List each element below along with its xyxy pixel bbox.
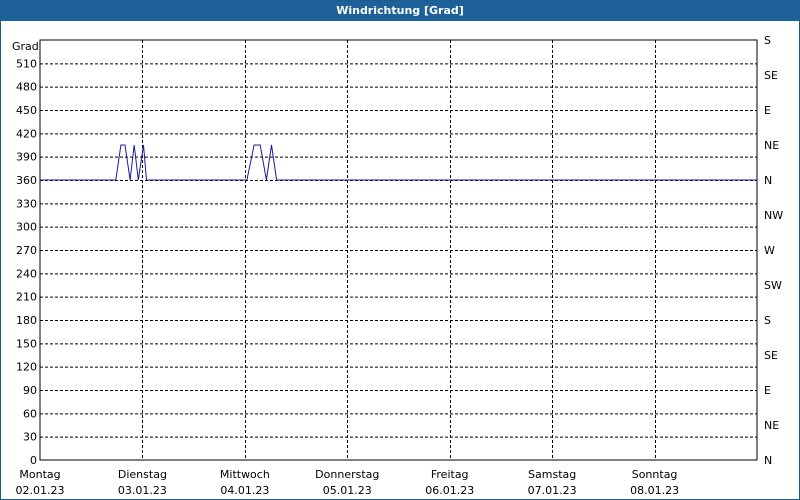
right-tick-label: S [764, 34, 771, 47]
right-axis-ticks: N NE E SE S SW W NW N NE E SE S [764, 34, 783, 467]
y-axis-ticks: 0 30 60 90 120 150 180 210 240 270 300 330 360 390 420… [16, 57, 37, 467]
y-tick-label: 180 [16, 314, 37, 327]
right-tick-label: SE [764, 69, 778, 82]
y-tick-label: 420 [16, 127, 37, 140]
y-tick-label: 330 [16, 197, 37, 210]
y-tick-label: 90 [23, 384, 37, 397]
y-tick-label: 360 [16, 174, 37, 187]
series-line [40, 144, 757, 181]
right-tick-label: NE [764, 419, 779, 432]
right-tick-label: SE [764, 349, 778, 362]
chart-series [40, 144, 757, 181]
right-tick-label: N [764, 454, 772, 467]
y-tick-label: 210 [16, 291, 37, 304]
right-tick-label: S [764, 314, 771, 327]
right-tick-label: E [764, 104, 771, 117]
x-tick-day: Freitag [431, 468, 469, 481]
y-tick-label: 510 [16, 57, 37, 70]
right-tick-label: W [764, 244, 775, 257]
x-tick-date: 02.01.23 [16, 484, 65, 497]
x-tick-day: Sonntag [632, 468, 678, 481]
x-tick-date: 05.01.23 [323, 484, 372, 497]
y-tick-label: 60 [23, 407, 37, 420]
x-tick-day: Donnerstag [315, 468, 379, 481]
y-tick-label: 120 [16, 361, 37, 374]
x-tick-day: Mittwoch [220, 468, 270, 481]
chart-grid [39, 39, 758, 461]
y-tick-label: 450 [16, 104, 37, 117]
right-tick-label: SW [764, 279, 782, 292]
y-tick-label: 30 [23, 431, 37, 444]
y-tick-label: 0 [30, 454, 37, 467]
y-tick-label: 480 [16, 81, 37, 94]
y-axis-label: Grad [12, 40, 39, 53]
x-tick-date: 08.01.23 [630, 484, 679, 497]
x-tick-date: 03.01.23 [118, 484, 167, 497]
chart-svg: 0 30 60 90 120 150 180 210 240 270 300 330 360 390 420… [12, 34, 783, 497]
right-tick-label: NE [764, 139, 779, 152]
x-axis-ticks: Montag 02.01.23 Dienstag 03.01.23 Mittwoch 04… [16, 468, 680, 497]
right-tick-label: NW [764, 209, 783, 222]
right-tick-label: N [764, 174, 772, 187]
y-tick-label: 270 [16, 244, 37, 257]
y-tick-label: 300 [16, 221, 37, 234]
x-tick-day: Montag [19, 468, 60, 481]
x-tick-date: 06.01.23 [425, 484, 474, 497]
x-tick-day: Dienstag [118, 468, 167, 481]
y-tick-label: 150 [16, 337, 37, 350]
x-tick-date: 07.01.23 [528, 484, 577, 497]
x-tick-date: 04.01.23 [220, 484, 269, 497]
x-tick-day: Samstag [528, 468, 576, 481]
right-tick-label: E [764, 384, 771, 397]
y-tick-label: 240 [16, 267, 37, 280]
y-tick-label: 390 [16, 151, 37, 164]
